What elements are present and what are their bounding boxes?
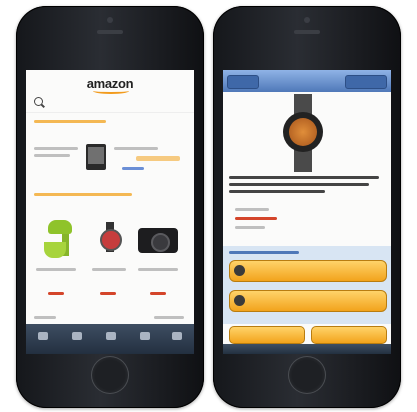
product-watch-image[interactable]	[273, 94, 333, 172]
search-icon[interactable]	[34, 97, 43, 106]
app-header: amazon	[26, 70, 194, 96]
front-camera	[107, 17, 113, 23]
search-tab-icon[interactable]	[72, 332, 82, 340]
product-text	[36, 268, 76, 271]
footer-link[interactable]	[34, 316, 56, 319]
section-heading	[34, 193, 132, 196]
deal-text	[114, 147, 158, 150]
account-tab-icon[interactable]	[140, 332, 150, 340]
product-text	[138, 268, 178, 271]
front-camera	[304, 17, 310, 23]
earpiece-speaker	[294, 30, 320, 34]
buy-box-heading	[229, 251, 299, 254]
buy-box	[223, 246, 391, 324]
one-click-icon	[234, 295, 245, 306]
list-price	[235, 208, 269, 211]
product-screen	[223, 70, 391, 354]
add-to-wish-list-button[interactable]	[229, 326, 305, 344]
product-text	[92, 268, 126, 271]
sale-price	[235, 217, 277, 220]
bottom-tab-bar	[223, 344, 391, 354]
product-price	[48, 292, 64, 295]
product-title	[229, 183, 369, 186]
phone-left: amazon	[16, 6, 204, 408]
section-heading	[34, 120, 106, 123]
navigation-bar	[223, 70, 391, 92]
home-screen: amazon	[26, 70, 194, 354]
home-tab-icon[interactable]	[38, 332, 48, 340]
product-price	[150, 292, 166, 295]
cart-icon	[234, 265, 245, 276]
watch-image[interactable]	[99, 222, 122, 252]
deal-text	[34, 147, 78, 150]
cart-tab-icon[interactable]	[106, 332, 116, 340]
search-bar[interactable]	[26, 96, 194, 113]
home-button[interactable]	[91, 356, 129, 394]
product-price	[100, 292, 116, 295]
kindle-device-image[interactable]	[86, 144, 106, 170]
earpiece-speaker	[97, 30, 123, 34]
nav-action-button[interactable]	[345, 75, 387, 89]
footer-link[interactable]	[154, 316, 184, 319]
add-to-cart-button[interactable]	[229, 260, 387, 282]
savings-text	[235, 226, 265, 229]
product-title	[229, 176, 379, 179]
share-button[interactable]	[311, 326, 387, 344]
product-title	[229, 190, 325, 193]
deal-text	[34, 154, 70, 157]
stand-mixer-image[interactable]	[42, 220, 72, 258]
home-button[interactable]	[288, 356, 326, 394]
phone-right	[213, 6, 401, 408]
deal-text	[122, 167, 144, 170]
camera-image[interactable]	[138, 228, 178, 253]
amazon-logo: amazon	[87, 76, 134, 94]
more-tab-icon[interactable]	[172, 332, 182, 340]
back-button[interactable]	[227, 75, 259, 89]
bottom-tab-bar	[26, 324, 194, 354]
deal-banner[interactable]	[136, 156, 180, 161]
buy-now-button[interactable]	[229, 290, 387, 312]
